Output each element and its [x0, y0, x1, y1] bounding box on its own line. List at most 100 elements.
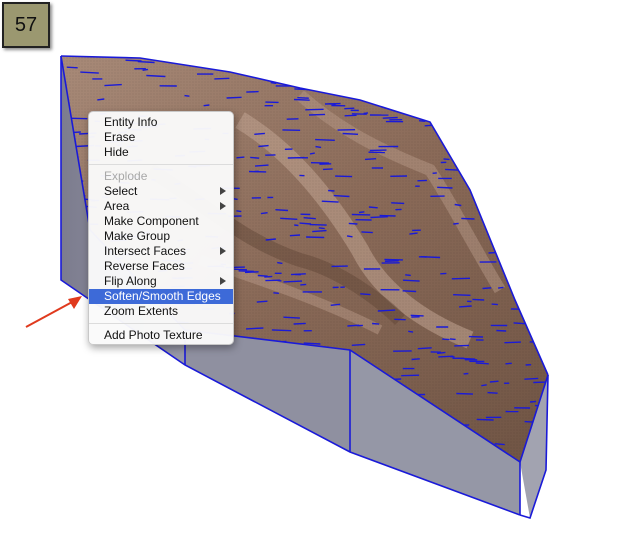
edge-mark — [335, 175, 353, 178]
edge-mark — [315, 145, 322, 149]
menu-item-flip-along[interactable]: Flip Along — [89, 274, 233, 289]
menu-item-area[interactable]: Area — [89, 199, 233, 214]
edge-mark — [322, 168, 333, 171]
edge-mark — [96, 368, 112, 371]
edge-mark — [245, 327, 264, 330]
edge-mark — [97, 98, 105, 101]
menu-item-label: Flip Along — [104, 274, 157, 288]
edge-mark — [504, 135, 524, 138]
edge-mark — [221, 65, 228, 68]
edge-mark — [80, 71, 99, 74]
edge-mark — [384, 260, 399, 262]
menu-item-label: Entity Info — [104, 115, 158, 129]
menu-item-label: Select — [104, 184, 138, 198]
edge-mark — [391, 202, 405, 205]
edge-mark — [321, 200, 339, 203]
menu-item-soften-smooth-edges[interactable]: Soften/Smooth Edges — [89, 289, 233, 304]
edge-mark — [466, 122, 487, 125]
menu-item-label: Make Component — [104, 214, 199, 228]
edge-mark — [297, 97, 309, 99]
annotation-arrow — [25, 296, 82, 328]
edge-mark — [442, 338, 450, 341]
menu-item-reverse-faces[interactable]: Reverse Faces — [89, 259, 233, 274]
edge-mark — [368, 206, 378, 209]
edge-mark — [187, 417, 205, 420]
menu-item-add-photo-texture[interactable]: Add Photo Texture — [89, 328, 233, 343]
edge-mark — [498, 286, 504, 289]
edge-mark — [447, 109, 455, 112]
edge-mark — [534, 117, 548, 120]
edge-mark — [231, 414, 248, 417]
menu-item-intersect-faces[interactable]: Intersect Faces — [89, 244, 233, 259]
edge-mark — [451, 277, 471, 280]
menu-item-label: Add Photo Texture — [104, 328, 203, 342]
edge-mark — [524, 377, 539, 380]
edge-mark — [245, 432, 262, 435]
edge-mark — [534, 307, 547, 310]
menu-item-label: Intersect Faces — [104, 244, 187, 258]
menu-item-zoom-extents[interactable]: Zoom Extents — [89, 304, 233, 319]
edge-mark — [273, 292, 279, 294]
edge-mark — [487, 391, 498, 394]
menu-item-select[interactable]: Select — [89, 184, 233, 199]
edge-mark — [348, 222, 358, 225]
edge-mark — [443, 158, 450, 161]
edge-mark — [456, 392, 474, 395]
edge-mark — [544, 58, 548, 60]
edge-mark — [216, 429, 224, 432]
edge-mark — [387, 85, 403, 88]
edge-mark — [411, 358, 420, 361]
menu-item-erase[interactable]: Erase — [89, 130, 233, 145]
edge-mark — [363, 112, 369, 115]
edge-mark — [285, 434, 300, 437]
edge-mark — [513, 322, 530, 325]
edge-mark — [303, 217, 316, 220]
edge-mark — [260, 212, 268, 215]
edge-mark — [514, 80, 519, 82]
edge-mark — [236, 210, 242, 213]
edge-mark — [283, 280, 303, 283]
edge-mark — [66, 66, 78, 69]
edge-mark — [280, 217, 298, 220]
menu-item-make-component[interactable]: Make Component — [89, 214, 233, 229]
edge-mark — [125, 351, 140, 354]
menu-item-make-group[interactable]: Make Group — [89, 229, 233, 244]
edge-mark — [342, 132, 359, 135]
edge-mark — [144, 348, 151, 351]
edge-mark — [104, 358, 121, 361]
submenu-arrow-icon — [220, 277, 226, 285]
edge-mark — [344, 114, 357, 117]
edge-mark — [184, 94, 190, 97]
edge-mark — [379, 214, 396, 217]
edge-mark — [188, 438, 196, 441]
edge-mark — [420, 256, 441, 259]
edge-mark — [454, 344, 470, 347]
edge-mark — [410, 88, 416, 91]
menu-item-entity-info[interactable]: Entity Info — [89, 115, 233, 130]
edge-mark — [333, 194, 350, 198]
menu-item-label: Erase — [104, 130, 136, 144]
edge-mark — [491, 106, 498, 109]
edge-mark — [472, 298, 485, 301]
edge-mark — [203, 104, 210, 107]
edge-mark — [308, 113, 326, 116]
menu-separator — [89, 323, 233, 324]
edge-mark — [537, 126, 544, 129]
edge-mark — [146, 74, 166, 78]
context-menu: Entity Info Erase Hide Explode Select Area Mak… — [88, 111, 234, 345]
edge-mark — [485, 224, 496, 227]
edge-mark — [531, 97, 544, 100]
edge-mark — [97, 414, 104, 417]
edge-mark — [542, 225, 548, 228]
edge-mark — [495, 244, 506, 247]
edge-mark — [139, 433, 159, 436]
menu-item-hide[interactable]: Hide — [89, 145, 233, 160]
edge-mark — [365, 88, 377, 92]
edge-mark — [236, 156, 245, 159]
edge-mark — [409, 232, 418, 235]
edge-mark — [230, 61, 239, 64]
edge-mark — [141, 56, 160, 58]
menu-item-label: Area — [104, 199, 130, 213]
edge-mark — [495, 195, 504, 197]
edge-mark — [305, 108, 324, 111]
